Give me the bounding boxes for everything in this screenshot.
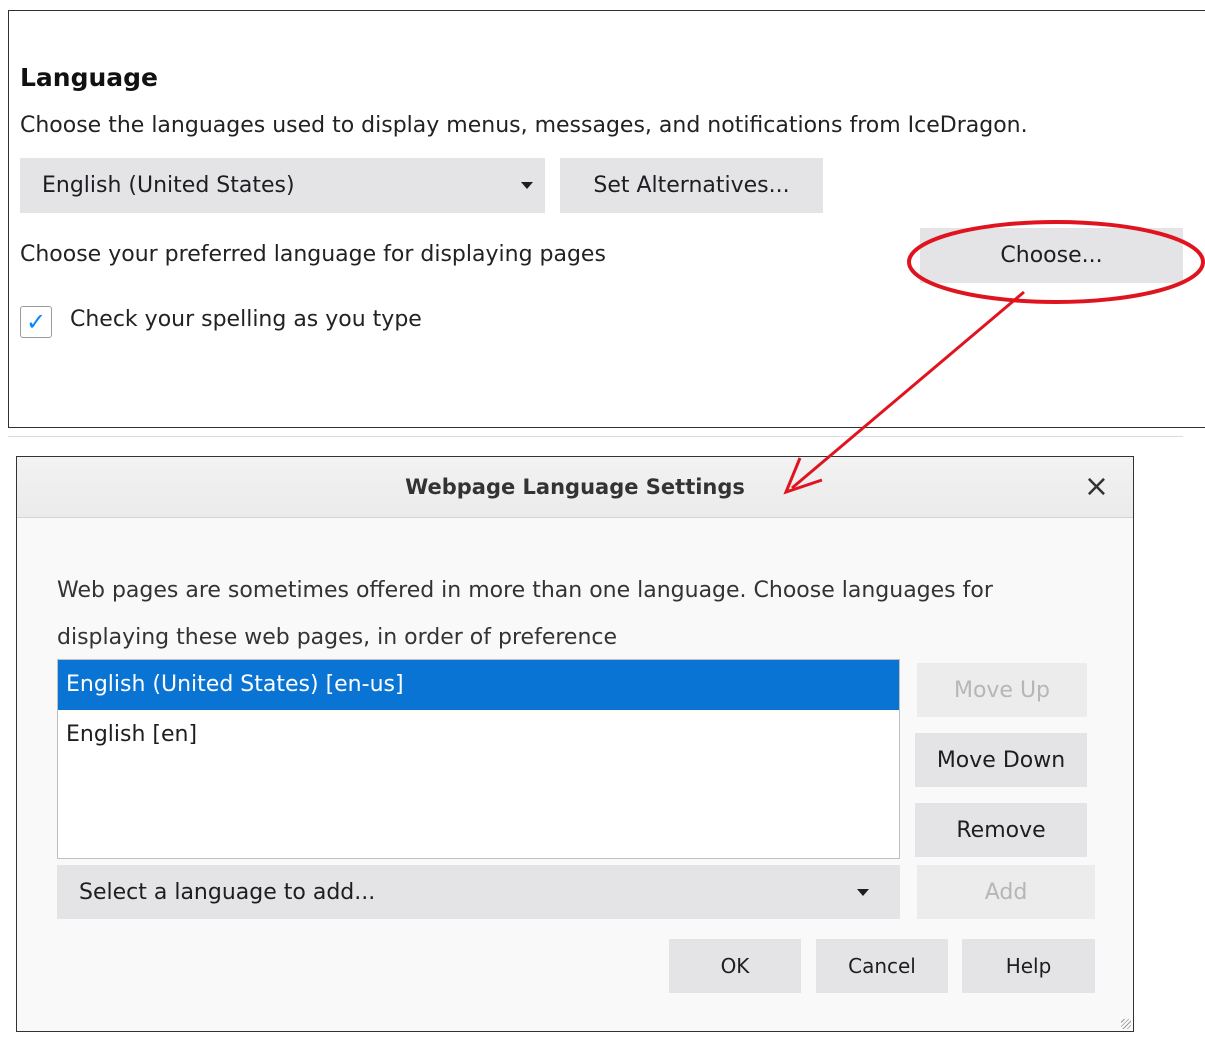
close-icon[interactable]: ×	[1084, 469, 1109, 504]
list-item[interactable]: English (United States) [en-us]	[58, 660, 899, 710]
choose-button[interactable]: Choose...	[920, 228, 1183, 283]
spellcheck-label: Check your spelling as you type	[70, 307, 422, 332]
move-up-button[interactable]: Move Up	[917, 663, 1087, 717]
list-item[interactable]: English [en]	[58, 710, 899, 760]
language-section-description: Choose the languages used to display men…	[20, 113, 1028, 138]
dialog-title: Webpage Language Settings	[405, 475, 745, 499]
ui-language-dropdown-value: English (United States)	[42, 173, 295, 198]
resize-grip[interactable]	[1121, 1019, 1131, 1029]
cancel-button[interactable]: Cancel	[816, 939, 948, 993]
add-language-placeholder: Select a language to add...	[79, 879, 376, 905]
dialog-description: Web pages are sometimes offered in more …	[57, 578, 993, 650]
webpage-language-dialog: Webpage Language Settings × Web pages ar…	[16, 456, 1134, 1032]
add-language-select[interactable]: Select a language to add...	[57, 865, 900, 919]
chevron-down-icon	[857, 889, 869, 896]
spellcheck-checkbox[interactable]: ✓	[20, 306, 52, 338]
move-down-button[interactable]: Move Down	[915, 733, 1087, 787]
checkmark-icon: ✓	[25, 308, 47, 336]
chevron-down-icon	[521, 182, 533, 189]
add-button[interactable]: Add	[917, 865, 1095, 919]
section-title-language: Language	[20, 63, 159, 92]
divider	[8, 436, 1183, 437]
preferred-language-text: Choose your preferred language for displ…	[20, 242, 606, 267]
language-settings-panel	[8, 10, 1205, 428]
ui-language-dropdown[interactable]: English (United States)	[20, 158, 545, 213]
help-button[interactable]: Help	[962, 939, 1095, 993]
dialog-titlebar[interactable]: Webpage Language Settings ×	[17, 457, 1133, 518]
ok-button[interactable]: OK	[669, 939, 801, 993]
remove-button[interactable]: Remove	[915, 803, 1087, 857]
set-alternatives-button[interactable]: Set Alternatives...	[560, 158, 823, 213]
language-listbox[interactable]: English (United States) [en-us] English …	[57, 659, 900, 859]
